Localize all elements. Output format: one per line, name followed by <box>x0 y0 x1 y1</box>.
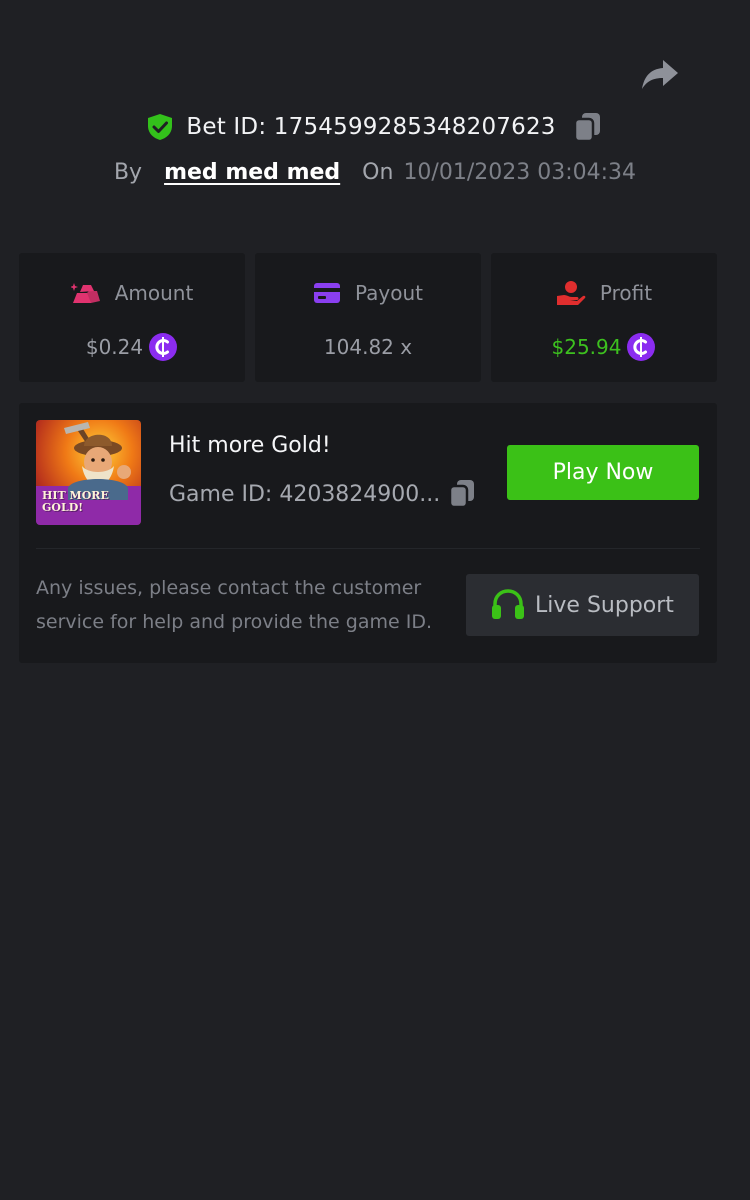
copy-icon[interactable] <box>448 479 476 509</box>
headset-icon <box>492 589 525 619</box>
stat-card-payout: Payout 104.82 x <box>255 253 481 382</box>
game-thumbnail-title: HIT MORE GOLD! <box>42 489 109 514</box>
on-label: On <box>362 159 394 185</box>
live-support-button[interactable]: Live Support <box>466 574 699 636</box>
bet-datetime: 10/01/2023 03:04:34 <box>403 159 637 185</box>
shield-check-icon <box>146 113 174 141</box>
bet-stats: Amount $0.24 Payout 104.82 x Profit $25.… <box>19 253 717 382</box>
bet-id-row: Bet ID: 1754599285348207623 <box>0 108 750 146</box>
stat-value: 104.82 x <box>323 335 413 359</box>
bet-id: Bet ID: 1754599285348207623 <box>186 114 556 140</box>
card-icon <box>313 283 340 303</box>
copy-icon[interactable] <box>572 111 604 143</box>
coin-icon <box>626 332 656 362</box>
play-now-button[interactable]: Play Now <box>507 445 699 500</box>
coin-hand-icon <box>556 281 586 305</box>
stat-label: Amount <box>114 281 194 305</box>
game-id-row: Game ID: 4203824900... <box>169 479 476 509</box>
game-card: HIT MORE GOLD! Hit more Gold! Game ID: 4… <box>19 403 717 663</box>
support-note: Any issues, please contact the customer … <box>36 577 432 633</box>
stat-label: Payout <box>354 281 423 305</box>
share-arrow-icon <box>642 60 678 89</box>
share-button[interactable] <box>640 56 680 94</box>
coin-icon <box>148 332 178 362</box>
live-support-label: Live Support <box>535 592 674 618</box>
stat-card-amount: Amount $0.24 <box>19 253 245 382</box>
game-name: Hit more Gold! <box>169 433 331 458</box>
divider <box>36 548 700 549</box>
username-link[interactable]: med med med <box>164 160 340 185</box>
stat-label: Profit <box>599 281 653 305</box>
stat-card-profit: Profit $25.94 <box>491 253 717 382</box>
bet-meta-row: By med med med On 10/01/2023 03:04:34 <box>0 154 750 190</box>
by-label: By <box>113 159 143 185</box>
stat-value: $25.94 <box>551 335 622 359</box>
game-thumbnail[interactable]: HIT MORE GOLD! <box>36 420 141 525</box>
stat-value: $0.24 <box>85 335 144 359</box>
gold-bars-icon <box>70 283 100 303</box>
game-id: Game ID: 4203824900... <box>169 481 441 507</box>
